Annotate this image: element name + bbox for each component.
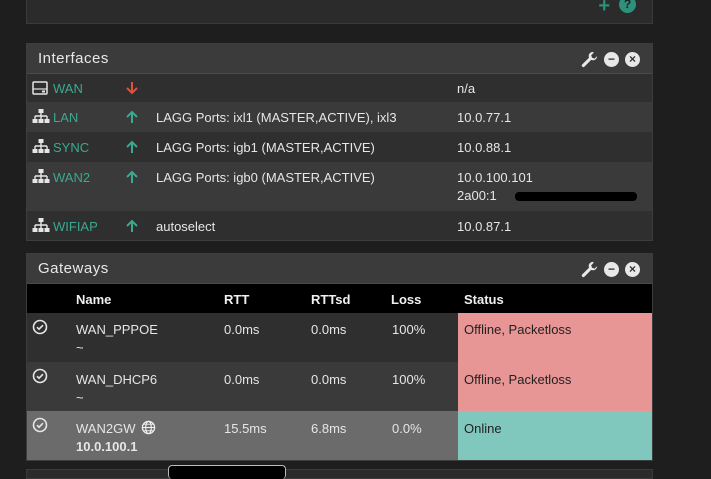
network-tree-icon	[32, 169, 50, 183]
gateways-widget-title: Gateways	[38, 260, 109, 277]
gateways-widget: Gateways − × Name RTT RTTsd Loss Status …	[26, 253, 653, 461]
interface-row-sync: SYNC LAGG Ports: igb1 (MASTER,ACTIVE) 10…	[27, 132, 652, 162]
check-circle-icon	[32, 417, 48, 433]
gateway-rtt: 0.0ms	[224, 322, 260, 337]
gateway-name: WAN_PPPOE	[76, 322, 158, 337]
gateway-name: WAN2GW	[76, 421, 136, 436]
gateway-name: WAN_DHCP6	[76, 372, 158, 387]
status-up-arrow-icon	[126, 170, 138, 183]
interface-row-wifiap: WIFIAP autoselect 10.0.87.1	[27, 211, 652, 241]
interface-ip: 10.0.88.1	[457, 140, 512, 155]
gateways-widget-header: Gateways − ×	[27, 254, 652, 284]
interfaces-widget: Interfaces − × WAN n/a LAN LAGG Ports: i…	[26, 43, 653, 241]
add-widget-icon[interactable]: +	[598, 0, 610, 18]
wrench-icon[interactable]	[581, 261, 598, 278]
column-header-loss: Loss	[391, 292, 422, 307]
gateway-row: WAN_DHCP6 ~ 0.0ms 0.0ms 100% Offline, Pa…	[27, 362, 652, 411]
interface-name[interactable]: SYNC	[53, 140, 89, 155]
interface-row-wan: WAN n/a	[27, 74, 652, 102]
gateway-loss: 100%	[392, 322, 426, 337]
network-tree-icon	[32, 139, 50, 153]
column-header-status: Status	[464, 292, 504, 307]
previous-widget-panel: + ?	[26, 0, 653, 24]
gateway-rtt: 0.0ms	[224, 372, 260, 387]
gateway-address: 10.0.100.1	[76, 439, 138, 454]
interface-media: LAGG Ports: igb0 (MASTER,ACTIVE)	[156, 170, 375, 185]
close-icon[interactable]: ×	[625, 262, 640, 277]
minimize-icon[interactable]: −	[604, 262, 619, 277]
interface-ip: 10.0.87.1	[457, 219, 512, 234]
globe-icon	[141, 420, 156, 435]
gateway-rttsd: 0.0ms	[311, 372, 347, 387]
interface-row-wan2: WAN2 LAGG Ports: igb0 (MASTER,ACTIVE) 10…	[27, 162, 652, 211]
help-icon[interactable]: ?	[619, 0, 636, 13]
column-header-name: Name	[76, 292, 112, 307]
network-tree-icon	[32, 109, 50, 123]
column-header-rttsd: RTTsd	[311, 292, 351, 307]
wrench-icon[interactable]	[581, 51, 598, 68]
gateway-rttsd: 0.0ms	[311, 322, 347, 337]
gateway-status-cell: Offline, Packetloss	[458, 313, 652, 362]
interface-name[interactable]: WAN2	[53, 170, 90, 185]
network-tree-icon	[32, 218, 50, 232]
interface-ip: 10.0.100.101	[457, 170, 533, 185]
gateway-status: Offline, Packetloss	[464, 372, 572, 387]
gateway-address: ~	[76, 340, 84, 355]
gateway-status-cell: Offline, Packetloss	[458, 362, 652, 411]
interface-ip: n/a	[457, 81, 476, 96]
minimize-icon[interactable]: −	[604, 52, 619, 67]
redacted-block	[515, 192, 637, 201]
interface-row-lan: LAN LAGG Ports: ixl1 (MASTER,ACTIVE), ix…	[27, 102, 652, 132]
status-down-arrow-icon	[126, 82, 138, 95]
interface-media: LAGG Ports: ixl1 (MASTER,ACTIVE), ixl3	[156, 110, 397, 125]
gateway-status: Offline, Packetloss	[464, 322, 572, 337]
gateway-loss: 0.0%	[392, 421, 422, 436]
gateway-status-cell: Online	[458, 411, 652, 460]
gateway-loss: 100%	[392, 372, 426, 387]
status-up-arrow-icon	[126, 140, 138, 153]
ethernet-port-icon	[32, 81, 48, 95]
interface-ipv6: 2a00:1	[457, 188, 497, 203]
status-up-arrow-icon	[126, 110, 138, 123]
interface-media: autoselect	[156, 219, 216, 234]
interface-name[interactable]: LAN	[53, 110, 78, 125]
column-header-rtt: RTT	[224, 292, 250, 307]
gateway-status: Online	[464, 421, 502, 436]
next-widget-panel	[26, 469, 653, 479]
gateway-address: ~	[76, 390, 84, 405]
interface-name[interactable]: WIFIAP	[53, 219, 98, 234]
status-up-arrow-icon	[126, 219, 138, 232]
interfaces-widget-title: Interfaces	[38, 50, 109, 67]
interface-name[interactable]: WAN	[53, 81, 83, 96]
gateway-row: WAN2GW 10.0.100.1 15.5ms 6.8ms 0.0% Onli…	[27, 411, 652, 460]
interface-media: LAGG Ports: igb1 (MASTER,ACTIVE)	[156, 140, 375, 155]
gateway-row: WAN_PPPOE ~ 0.0ms 0.0ms 100% Offline, Pa…	[27, 313, 652, 362]
close-icon[interactable]: ×	[625, 52, 640, 67]
check-circle-icon	[32, 319, 48, 335]
interfaces-widget-header: Interfaces − ×	[27, 44, 652, 74]
tooltip	[168, 465, 286, 479]
check-circle-icon	[32, 368, 48, 384]
gateway-rtt: 15.5ms	[224, 421, 267, 436]
gateway-rttsd: 6.8ms	[311, 421, 347, 436]
gateways-table-header: Name RTT RTTsd Loss Status	[27, 284, 652, 313]
interface-ip: 10.0.77.1	[457, 110, 512, 125]
